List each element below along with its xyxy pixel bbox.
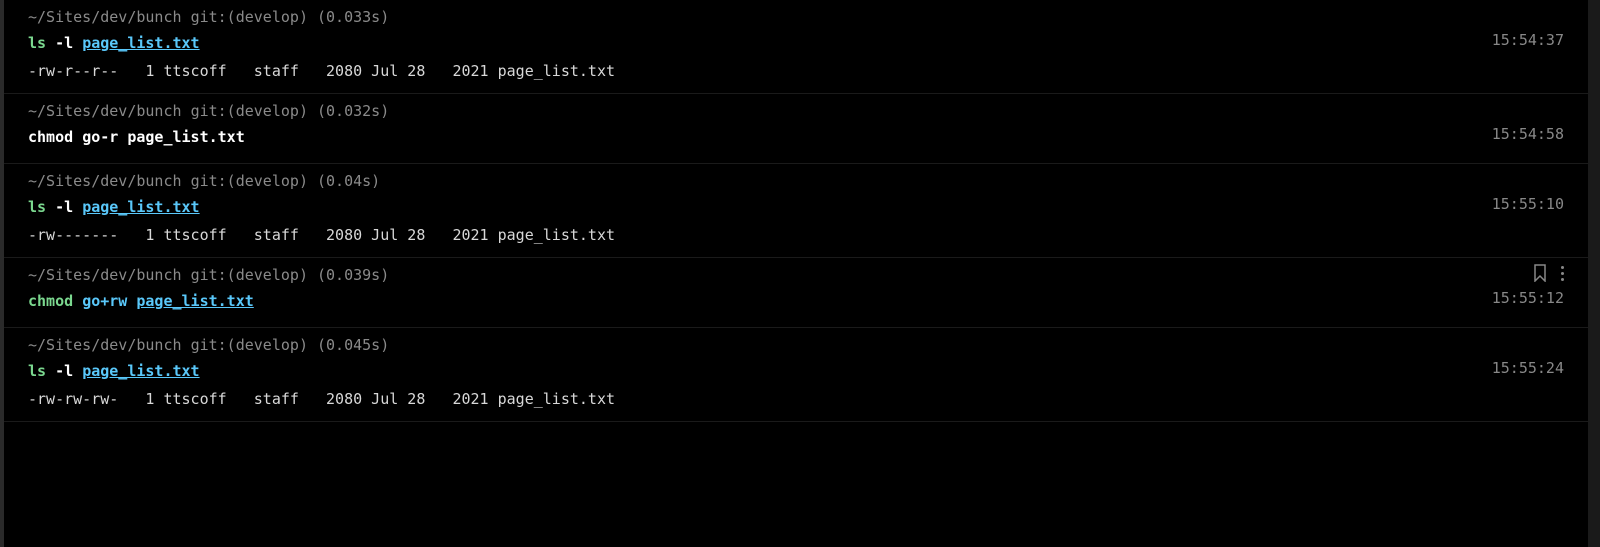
terminal-block[interactable]: ~/Sites/dev/bunch git:(develop) (0.039s)… [4, 258, 1588, 328]
prompt-branch: develop [236, 336, 299, 354]
prompt-path: ~/Sites/dev/bunch [28, 8, 182, 26]
command-flag: -l [55, 362, 73, 380]
prompt-git-prefix: git:( [191, 102, 236, 120]
prompt-path: ~/Sites/dev/bunch [28, 172, 182, 190]
command-arg: page_list.txt [82, 34, 199, 52]
prompt-branch: develop [236, 8, 299, 26]
prompt-branch: develop [236, 102, 299, 120]
prompt-timing: (0.032s) [317, 102, 389, 120]
command-flag: go-r [82, 128, 118, 146]
command-arg: page_list.txt [82, 362, 199, 380]
block-timestamp: 15:55:24 [1492, 356, 1564, 380]
block-timestamp: 15:55:10 [1492, 192, 1564, 216]
block-timestamp: 15:55:12 [1492, 286, 1564, 310]
command-line: chmod go+rw page_list.txt [28, 289, 1564, 313]
command-flag: -l [55, 198, 73, 216]
block-actions [1533, 264, 1564, 282]
terminal-block[interactable]: ~/Sites/dev/bunch git:(develop) (0.045s)… [4, 328, 1588, 422]
prompt-path: ~/Sites/dev/bunch [28, 102, 182, 120]
prompt-git-prefix: git:( [191, 266, 236, 284]
prompt-timing: (0.039s) [317, 266, 389, 284]
more-icon[interactable] [1561, 266, 1564, 281]
prompt-line: ~/Sites/dev/bunch git:(develop) (0.032s) [28, 99, 1564, 123]
terminal-block[interactable]: ~/Sites/dev/bunch git:(develop) (0.032s)… [4, 94, 1588, 164]
command-output: -rw-r--r-- 1 ttscoff staff 2080 Jul 28 2… [28, 59, 1564, 83]
command-name: chmod [28, 292, 73, 310]
prompt-git-prefix: git:( [191, 172, 236, 190]
command-name: ls [28, 198, 46, 216]
prompt-git-prefix: git:( [191, 336, 236, 354]
prompt-git-suffix: ) [299, 102, 308, 120]
command-name: ls [28, 34, 46, 52]
command-line: chmod go-r page_list.txt [28, 125, 1564, 149]
prompt-git-suffix: ) [299, 336, 308, 354]
prompt-git-suffix: ) [299, 172, 308, 190]
command-arg: page_list.txt [127, 128, 244, 146]
prompt-path: ~/Sites/dev/bunch [28, 336, 182, 354]
command-line: ls -l page_list.txt [28, 359, 1564, 383]
prompt-git-prefix: git:( [191, 8, 236, 26]
command-flag: -l [55, 34, 73, 52]
prompt-line: ~/Sites/dev/bunch git:(develop) (0.04s) [28, 169, 1564, 193]
prompt-path: ~/Sites/dev/bunch [28, 266, 182, 284]
prompt-git-suffix: ) [299, 266, 308, 284]
bookmark-icon[interactable] [1533, 264, 1547, 282]
command-name: ls [28, 362, 46, 380]
command-name: chmod [28, 128, 73, 146]
prompt-line: ~/Sites/dev/bunch git:(develop) (0.045s) [28, 333, 1564, 357]
prompt-timing: (0.045s) [317, 336, 389, 354]
prompt-timing: (0.033s) [317, 8, 389, 26]
block-timestamp: 15:54:37 [1492, 28, 1564, 52]
prompt-branch: develop [236, 172, 299, 190]
prompt-git-suffix: ) [299, 8, 308, 26]
command-flag: go+rw [82, 292, 127, 310]
command-arg: page_list.txt [136, 292, 253, 310]
command-line: ls -l page_list.txt [28, 31, 1564, 55]
prompt-branch: develop [236, 266, 299, 284]
command-line: ls -l page_list.txt [28, 195, 1564, 219]
terminal-block[interactable]: ~/Sites/dev/bunch git:(develop) (0.033s)… [4, 0, 1588, 94]
prompt-timing: (0.04s) [317, 172, 380, 190]
block-timestamp: 15:54:58 [1492, 122, 1564, 146]
command-output: -rw------- 1 ttscoff staff 2080 Jul 28 2… [28, 223, 1564, 247]
command-output: -rw-rw-rw- 1 ttscoff staff 2080 Jul 28 2… [28, 387, 1564, 411]
prompt-line: ~/Sites/dev/bunch git:(develop) (0.039s) [28, 263, 1564, 287]
prompt-line: ~/Sites/dev/bunch git:(develop) (0.033s) [28, 5, 1564, 29]
terminal-block[interactable]: ~/Sites/dev/bunch git:(develop) (0.04s) … [4, 164, 1588, 258]
command-arg: page_list.txt [82, 198, 199, 216]
terminal-pane[interactable]: ~/Sites/dev/bunch git:(develop) (0.033s)… [0, 0, 1600, 547]
